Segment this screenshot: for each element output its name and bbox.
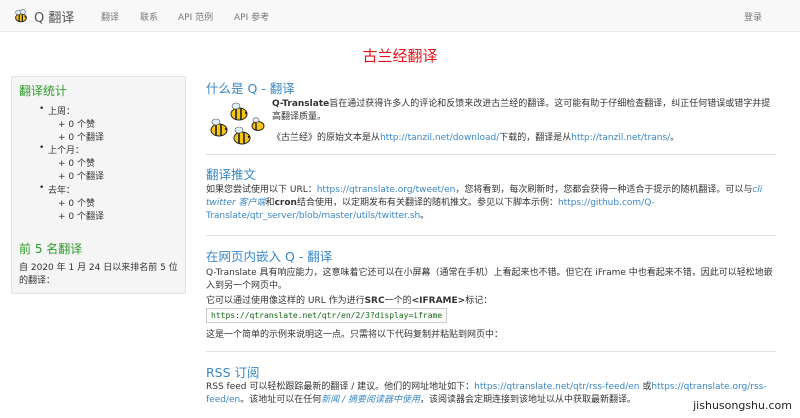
brand-bold: Q-Translate — [272, 99, 330, 109]
embed-p2-text-a: 它可以通过使用像这样的 URL 作为进行 — [206, 296, 365, 306]
top-navbar: Q 翻译 翻译 联系 API 范例 API 参考 登录 — [0, 0, 800, 32]
embed-paragraph-3: 这是一个简单的示例来说明这一点。只需将以下代码复制并粘贴到网页中： — [206, 330, 504, 340]
period-last-month-translations: + 0 个翻译 — [58, 172, 104, 182]
rss-text-b: 或 — [639, 382, 652, 392]
nav-link-translate[interactable]: 翻译 — [101, 10, 119, 23]
brand[interactable]: Q 翻译 — [12, 6, 74, 26]
nav-link-contact[interactable]: 联系 — [140, 10, 158, 23]
what-p2-text-c: 。 — [670, 133, 680, 143]
brand-name: Q 翻译 — [34, 10, 75, 26]
nav-link-api-reference[interactable]: API 参考 — [234, 10, 269, 23]
embed-paragraph-1: Q-Translate 具有响应能力，这意味着它还可以在小屏幕（通常在手机）上看… — [206, 268, 773, 291]
divider-3 — [206, 351, 776, 352]
page-title: 古兰经翻译 — [362, 47, 438, 65]
section-title-embed: 在网页内嵌入 Q - 翻译 — [206, 249, 333, 264]
login-link[interactable]: 登录 — [744, 10, 762, 23]
src-bold: SRC — [364, 296, 385, 306]
rss-paragraph: RSS feed 可以轻松跟踪最新的翻译 / 建议。他们的网址地址如下：http… — [206, 381, 776, 407]
section-title-tweet: 翻译推文 — [206, 167, 257, 182]
news-reader-link[interactable]: 新闻 / 摘要阅读器中使用 — [321, 395, 420, 405]
period-last-week: 上周： — [39, 104, 75, 117]
top5-note: 自 2020 年 1 月 24 日以来排名前 5 位的翻译： — [19, 263, 178, 286]
tweet-url-link[interactable]: https://qtranslate.org/tweet/en — [317, 185, 456, 195]
tweet-text-e: 。 — [420, 211, 430, 221]
tweet-text-a: 如果您尝试使用以下 URL： — [206, 185, 317, 195]
stats-heading: 翻译统计 — [19, 84, 68, 98]
top5-heading: 前 5 名翻译 — [19, 242, 83, 256]
tanzil-trans-link[interactable]: http://tanzil.net/trans/ — [571, 133, 670, 143]
tanzil-download-link[interactable]: http://tanzil.net/download/ — [380, 133, 499, 143]
embed-p2-text-e: 标记： — [465, 296, 493, 306]
section-title-rss: RSS 订阅 — [206, 365, 260, 380]
rss-text-c: 。该地址可以在任何 — [240, 395, 322, 405]
tweet-paragraph: 如果您尝试使用以下 URL：https://qtranslate.org/twe… — [206, 184, 776, 223]
period-last-month-votes: + 0 个赞 — [58, 159, 95, 169]
tweet-text-c: 和 — [265, 198, 275, 208]
tweet-text-d: 结合使用，以定期发布有关翻译的随机推文。参见以下脚本示例： — [296, 198, 558, 208]
nav-link-api-examples[interactable]: API 范例 — [178, 10, 213, 23]
iframe-bold: <IFRAME> — [411, 296, 466, 306]
sidebar-stats: 翻译统计 上周： + 0 个赞 + 0 个翻译 上个月： + 0 个赞 + 0 … — [11, 76, 186, 294]
rss-feed-net-link[interactable]: https://qtranslate.net/qtr/rss-feed/en — [474, 382, 639, 392]
what-paragraph-1: Q-Translate旨在通过获得许多人的评论和反馈来改进古兰经的翻译。这可能有… — [272, 98, 772, 124]
period-last-year-translations: + 0 个翻译 — [58, 212, 104, 222]
what-paragraph-2: 《古兰经》的原始文本是从http://tanzil.net/download/下… — [272, 132, 772, 145]
period-last-week-translations: + 0 个翻译 — [58, 133, 104, 143]
period-last-year: 去年： — [39, 183, 75, 196]
divider-1 — [206, 154, 776, 155]
what-p2-text-b: 下载的，翻译是从 — [499, 133, 572, 143]
embed-p2-text-c: 一个的 — [384, 296, 412, 306]
what-p1-text: 旨在通过获得许多人的评论和反馈来改进古兰经的翻译。这可能有助于仔细检查翻译，纠正… — [272, 99, 771, 122]
bee-logo-icon — [15, 9, 27, 23]
embed-paragraph-2: 它可以通过使用像这样的 URL 作为进行SRC一个的<IFRAME>标记： — [206, 295, 776, 308]
watermark: jishusongshu.com — [693, 399, 792, 412]
iframe-url-code[interactable]: https://qtranslate.net/qtr/en/2/3?displa… — [206, 308, 448, 323]
divider-2 — [206, 235, 776, 236]
period-last-year-votes: + 0 个赞 — [58, 199, 95, 209]
period-last-week-votes: + 0 个赞 — [58, 120, 95, 130]
tweet-text-b: ，您将看到，每次刷新时，您都会获得一种适合于提示的随机翻译。可以与 — [455, 185, 753, 195]
cron-bold: cron — [274, 198, 297, 208]
bees-illustration-icon — [210, 102, 265, 145]
section-title-what: 什么是 Q - 翻译 — [206, 81, 295, 96]
what-p2-text-a: 《古兰经》的原始文本是从 — [272, 133, 381, 143]
rss-text-a: RSS feed 可以轻松跟踪最新的翻译 / 建议。他们的网址地址如下： — [206, 382, 475, 392]
rss-text-d: ，该阅读器会定期连接到该地址以从中获取最新翻译。 — [420, 395, 637, 405]
period-last-month: 上个月： — [39, 143, 84, 156]
